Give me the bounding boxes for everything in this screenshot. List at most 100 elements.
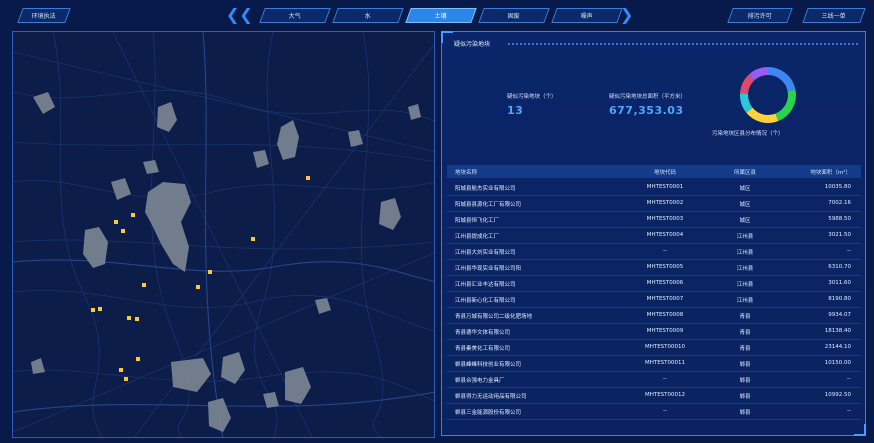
table-row[interactable]: 江州县提成化工厂 MHTEST0004 江州县 3021.50 bbox=[447, 227, 861, 244]
cell-district: 江州县 bbox=[736, 250, 754, 256]
three-lines-button[interactable]: 三线一单 bbox=[802, 8, 866, 23]
cell-site-code: MHTEST0007 bbox=[646, 296, 684, 302]
cell-site-code: -- bbox=[663, 248, 667, 254]
top-navigation: 环境执法 ❮❮ 大气 水 土壤 固废 噪声 ❯ 排污许可 三线一单 bbox=[0, 0, 874, 30]
pollution-site-marker[interactable] bbox=[142, 283, 146, 287]
header-area: 地块面积（m²） bbox=[810, 170, 851, 176]
cell-area: 7002.16 bbox=[828, 200, 851, 206]
cell-site-name: 郸县合强电力金具厂 bbox=[455, 378, 505, 384]
cell-district: 郸县 bbox=[739, 378, 751, 384]
table-header: 地块名称 地块代码 所属区县 地块面积（m²） bbox=[447, 165, 861, 178]
pollution-site-marker[interactable] bbox=[124, 377, 128, 381]
cell-area: -- bbox=[847, 376, 851, 382]
tab-solid-waste[interactable]: 固废 bbox=[478, 8, 550, 23]
pollution-site-marker[interactable] bbox=[208, 270, 212, 274]
table-row[interactable]: 阳城县恒飞化工厂 MHTEST0003 城区 5988.50 bbox=[447, 211, 861, 228]
tab-noise[interactable]: 噪声 bbox=[551, 8, 623, 23]
district-distribution-donut[interactable] bbox=[738, 65, 798, 125]
pollution-site-marker[interactable] bbox=[136, 357, 140, 361]
table-row[interactable]: 青县万城有限公司二级化肥场地 MHTEST0008 青县 9934.07 bbox=[447, 307, 861, 324]
table-row[interactable]: 江州县大刘实业有限公司 -- 江州县 -- bbox=[447, 243, 861, 260]
pollution-site-marker[interactable] bbox=[98, 307, 102, 311]
table-row[interactable]: 青县德华文体有限公司 MHTEST0009 青县 18138.40 bbox=[447, 323, 861, 340]
pollution-site-marker[interactable] bbox=[119, 368, 123, 372]
pollution-site-marker[interactable] bbox=[121, 229, 125, 233]
tab-soil[interactable]: 土壤 bbox=[405, 8, 477, 23]
cell-district: 江州县 bbox=[736, 234, 754, 240]
map-view[interactable] bbox=[12, 31, 435, 438]
table-row[interactable]: 江州县华现实业有限公司阳 MHTEST0005 江州县 6310.70 bbox=[447, 259, 861, 276]
law-enforcement-button[interactable]: 环境执法 bbox=[17, 8, 71, 23]
cell-district: 江州县 bbox=[736, 282, 754, 288]
discharge-permit-button[interactable]: 排污许可 bbox=[727, 8, 793, 23]
cell-site-name: 江州县汇业丰达有限公司 bbox=[455, 282, 516, 288]
site-count-value: 13 bbox=[507, 104, 524, 117]
site-count-label: 疑似污染地块（个） bbox=[507, 94, 557, 100]
cell-site-name: 江州县新心化工有限公司 bbox=[455, 298, 516, 304]
cell-site-code: MHTEST00012 bbox=[644, 392, 686, 398]
cell-site-name: 江州县大刘实业有限公司 bbox=[455, 250, 516, 256]
donut-segment[interactable] bbox=[748, 67, 769, 81]
panel-corner bbox=[441, 31, 453, 43]
cell-site-name: 郸县得力无运动用品有限公司 bbox=[455, 394, 527, 400]
cell-site-code: MHTEST0009 bbox=[646, 328, 684, 334]
donut-segment[interactable] bbox=[775, 89, 796, 122]
cell-district: 城区 bbox=[739, 218, 751, 224]
suspected-polluted-sites-panel: 疑似污染地块 疑似污染地块（个） 13 疑似污染地块总面积（平方米） 677,3… bbox=[441, 31, 866, 436]
site-area-value: 677,353.03 bbox=[609, 104, 684, 117]
tab-water[interactable]: 水 bbox=[332, 8, 404, 23]
pollution-site-marker[interactable] bbox=[131, 213, 135, 217]
pollution-site-marker[interactable] bbox=[251, 237, 255, 241]
pollution-site-marker[interactable] bbox=[127, 316, 131, 320]
header-site-code: 地块代码 bbox=[653, 170, 676, 176]
table-row[interactable]: 郸县得力无运动用品有限公司 MHTEST00012 郸县 10992.50 bbox=[447, 387, 861, 404]
cell-site-name: 青县德华文体有限公司 bbox=[455, 330, 511, 336]
cell-area: 10035.80 bbox=[824, 184, 851, 190]
panel-corner bbox=[854, 424, 866, 436]
table-row[interactable]: 阳城县县源化工厂有限公司 MHTEST0002 城区 7002.16 bbox=[447, 195, 861, 212]
table-row[interactable]: 郸县峰峰科技创业有限公司 MHTEST00011 郸县 10150.00 bbox=[447, 355, 861, 372]
donut-segment[interactable] bbox=[767, 67, 796, 92]
tab-air[interactable]: 大气 bbox=[259, 8, 331, 23]
cell-district: 青县 bbox=[739, 346, 751, 352]
pollution-site-marker[interactable] bbox=[91, 308, 95, 312]
cell-site-code: MHTEST0004 bbox=[646, 232, 684, 238]
cell-district: 江州县 bbox=[736, 298, 754, 304]
cell-district: 江州县 bbox=[736, 266, 754, 272]
cell-area: 6310.70 bbox=[828, 264, 851, 270]
chevron-left-icon[interactable]: ❮❮ bbox=[226, 6, 253, 24]
panel-title: 疑似污染地块 bbox=[454, 41, 491, 48]
cell-site-name: 青县秦美化工有限公司 bbox=[455, 346, 511, 352]
cell-area: -- bbox=[847, 248, 851, 254]
cell-site-name: 江州县提成化工厂 bbox=[455, 234, 500, 240]
donut-segment[interactable] bbox=[740, 93, 753, 113]
table-row[interactable]: 青县秦美化工有限公司 MHTEST00010 青县 23144.10 bbox=[447, 339, 861, 356]
site-area-label: 疑似污染地块总面积（平方米） bbox=[609, 94, 687, 100]
donut-segment[interactable] bbox=[746, 107, 779, 123]
cell-district: 城区 bbox=[739, 186, 751, 192]
table-row[interactable]: 江州县新心化工有限公司 MHTEST0007 江州县 8190.80 bbox=[447, 291, 861, 308]
donut-segment[interactable] bbox=[740, 74, 755, 95]
cell-site-code: -- bbox=[663, 408, 667, 414]
cell-site-code: MHTEST0003 bbox=[646, 216, 684, 222]
cell-area: 10150.00 bbox=[824, 360, 851, 366]
cell-site-code: MHTEST0005 bbox=[646, 264, 684, 270]
table-row[interactable]: 江州县汇业丰达有限公司 MHTEST0006 江州县 3011.60 bbox=[447, 275, 861, 292]
cell-site-name: 青县万城有限公司二级化肥场地 bbox=[455, 314, 533, 320]
cell-area: 9934.07 bbox=[828, 312, 851, 318]
cell-area: 5988.50 bbox=[828, 216, 851, 222]
cell-district: 郸县 bbox=[739, 362, 751, 368]
cell-site-code: MHTEST0006 bbox=[646, 280, 684, 286]
header-district: 所属区县 bbox=[733, 170, 756, 176]
cell-district: 郸县 bbox=[739, 410, 751, 416]
cell-area: 8190.80 bbox=[828, 296, 851, 302]
table-row[interactable]: 郸县合强电力金具厂 -- 郸县 -- bbox=[447, 371, 861, 388]
pollution-site-marker[interactable] bbox=[306, 176, 310, 180]
table-row[interactable]: 郸县三金能源股份有限公司 -- 郸县 -- bbox=[447, 403, 861, 420]
cell-site-name: 阳城县航杰实业有限公司 bbox=[455, 186, 516, 192]
pollution-site-marker[interactable] bbox=[135, 317, 139, 321]
pollution-site-marker[interactable] bbox=[114, 220, 118, 224]
chevron-right-icon[interactable]: ❯ bbox=[620, 6, 633, 24]
table-row[interactable]: 阳城县航杰实业有限公司 MHTEST0001 城区 10035.80 bbox=[447, 179, 861, 196]
pollution-site-marker[interactable] bbox=[196, 285, 200, 289]
